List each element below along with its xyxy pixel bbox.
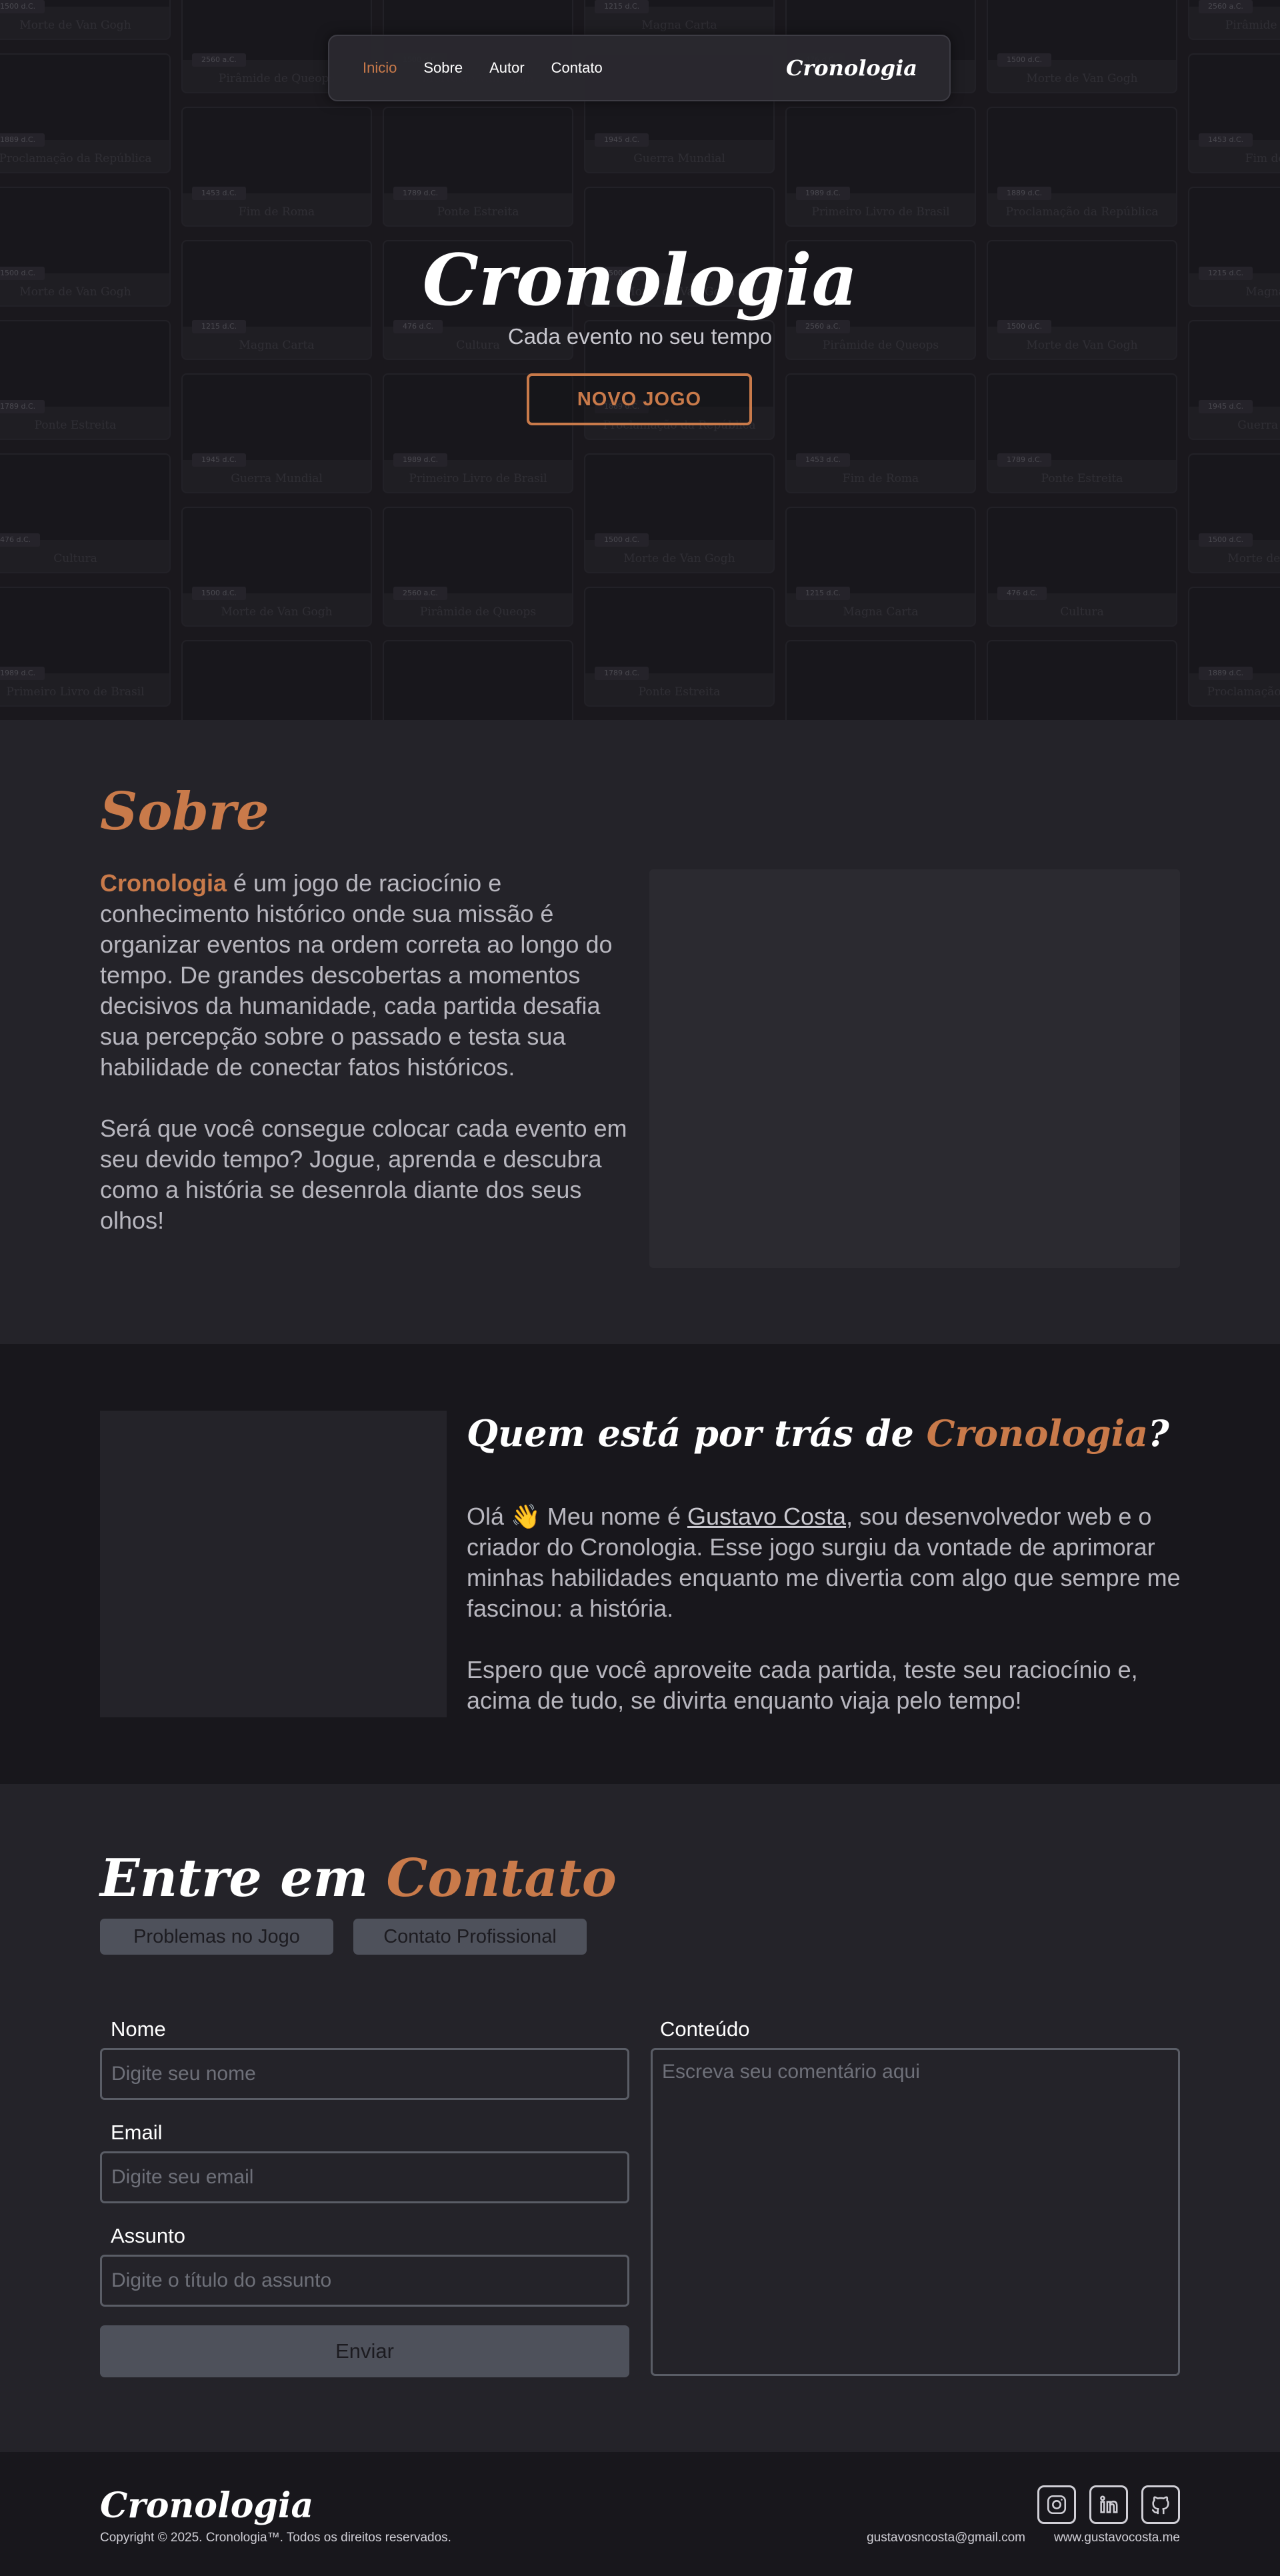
footer-copyright: Copyright © 2025. Cronologia™. Todos os … [100,2531,451,2545]
nav-link-contato[interactable]: Contato [551,59,603,77]
footer-website[interactable]: www.gustavocosta.me [1054,2531,1180,2545]
hero-section: 1500 d.C.Morte de Van Gogh1889 d.C.Procl… [0,0,1280,720]
github-icon[interactable] [1141,2485,1180,2524]
about-highlight: Cronologia [100,869,227,897]
tab-contato-profissional[interactable]: Contato Profissional [353,1919,587,1955]
nav-brand-logo[interactable]: Cronologia [786,36,917,100]
author-p1-before: Olá 👋 Meu nome é [467,1503,687,1530]
footer-email[interactable]: gustavosncosta@gmail.com [867,2531,1025,2545]
new-game-button[interactable]: NOVO JOGO [527,373,752,425]
content-textarea[interactable] [651,2048,1180,2376]
about-image-placeholder [649,869,1180,1268]
tab-problemas-no-jogo[interactable]: Problemas no Jogo [100,1919,333,1955]
about-paragraph-1: Cronologia é um jogo de raciocínio e con… [100,868,633,1083]
contact-title: Entre em Contato [100,1848,617,1909]
author-title-prefix: Quem está por trás de [467,1412,927,1455]
instagram-icon[interactable] [1037,2485,1076,2524]
contact-title-prefix: Entre em [100,1848,387,1909]
nav-links: Inicio Sobre Autor Contato [363,36,603,100]
hero-subtitle: Cada evento no seu tempo [507,324,773,349]
subject-label: Assunto [111,2224,186,2247]
author-paragraph-1: Olá 👋 Meu nome é Gustavo Costa, sou dese… [467,1501,1187,1624]
nav-link-autor[interactable]: Autor [489,59,525,77]
content-label: Conteúdo [660,2017,750,2041]
about-paragraph-1-text: é um jogo de raciocínio e conhecimento h… [100,869,613,1081]
email-input[interactable] [100,2151,629,2203]
email-label: Email [111,2121,163,2144]
author-title: Quem está por trás de Cronologia? [467,1412,1169,1455]
submit-button[interactable]: Enviar [100,2325,629,2377]
name-input[interactable] [100,2048,629,2100]
contact-title-highlight: Contato [386,1848,617,1909]
about-paragraph-2: Será que você consegue colocar cada even… [100,1115,627,1234]
author-title-highlight: Cronologia [926,1412,1149,1455]
author-section: Quem está por trás de Cronologia? Olá 👋 … [0,1344,1280,1784]
author-name-link[interactable]: Gustavo Costa [687,1503,846,1530]
navbar: Inicio Sobre Autor Contato Cronologia [328,35,951,101]
author-text: Olá 👋 Meu nome é Gustavo Costa, sou dese… [467,1501,1187,1716]
about-title: Sobre [100,781,269,842]
footer-brand-logo[interactable]: Cronologia [100,2485,313,2526]
about-section: Sobre Cronologia é um jogo de raciocínio… [0,720,1280,1344]
author-title-suffix: ? [1148,1412,1169,1455]
hero-overlay [0,0,1280,720]
name-label: Nome [111,2017,166,2041]
nav-link-inicio[interactable]: Inicio [363,59,397,77]
author-paragraph-2: Espero que você aproveite cada partida, … [467,1656,1138,1714]
nav-link-sobre[interactable]: Sobre [423,59,463,77]
linkedin-icon[interactable] [1089,2485,1128,2524]
author-photo-placeholder [100,1411,447,1717]
footer: Cronologia Copyright © 2025. Cronologia™… [0,2452,1280,2576]
subject-input[interactable] [100,2255,629,2307]
about-text: Cronologia é um jogo de raciocínio e con… [100,868,633,1236]
hero-title: Cronologia [422,238,858,321]
contact-section: Entre em Contato Problemas no Jogo Conta… [0,1784,1280,2452]
